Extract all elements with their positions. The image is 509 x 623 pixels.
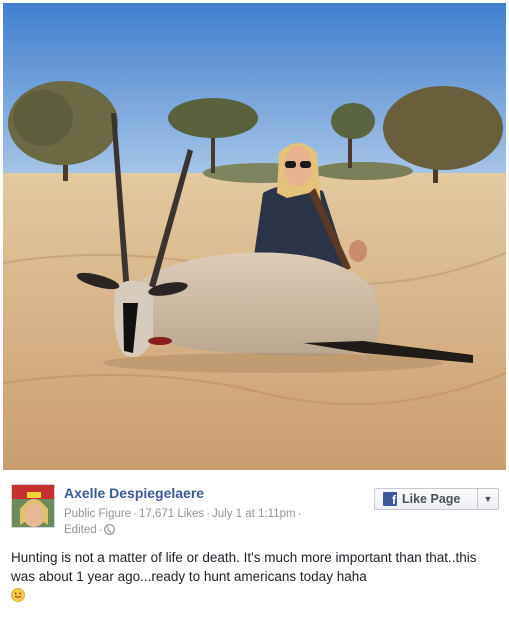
post-header: Axelle Despiegelaere Public Figure · 17,67… bbox=[11, 484, 501, 536]
post-photo[interactable] bbox=[3, 3, 506, 470]
post-message: Hunting is not a matter of life or death… bbox=[11, 550, 477, 584]
facebook-f-icon: f bbox=[383, 492, 397, 506]
post-timestamp[interactable]: July 1 at 1:11pm bbox=[212, 508, 296, 520]
separator: · bbox=[133, 508, 137, 520]
globe-icon[interactable] bbox=[104, 524, 116, 540]
post-meta: Public Figure · 17,671 Likes · July 1 at 1:1… bbox=[64, 506, 364, 540]
tongue-out-emoji bbox=[11, 588, 25, 607]
like-page-label: Like Page bbox=[402, 492, 461, 506]
avatar[interactable] bbox=[11, 484, 55, 528]
separator: · bbox=[98, 524, 103, 536]
caret-down-icon[interactable]: ▼ bbox=[478, 489, 498, 509]
author-category: Public Figure bbox=[64, 508, 132, 520]
like-page-button[interactable]: f Like Page ▼ bbox=[374, 488, 499, 510]
likes-count[interactable]: 17,671 Likes bbox=[139, 508, 204, 520]
separator: · bbox=[206, 508, 211, 520]
author-name[interactable]: Axelle Despiegelaere bbox=[64, 485, 204, 501]
post-text: Hunting is not a matter of life or death… bbox=[11, 548, 501, 607]
edited-label[interactable]: Edited bbox=[64, 524, 97, 536]
separator: · bbox=[297, 508, 302, 520]
